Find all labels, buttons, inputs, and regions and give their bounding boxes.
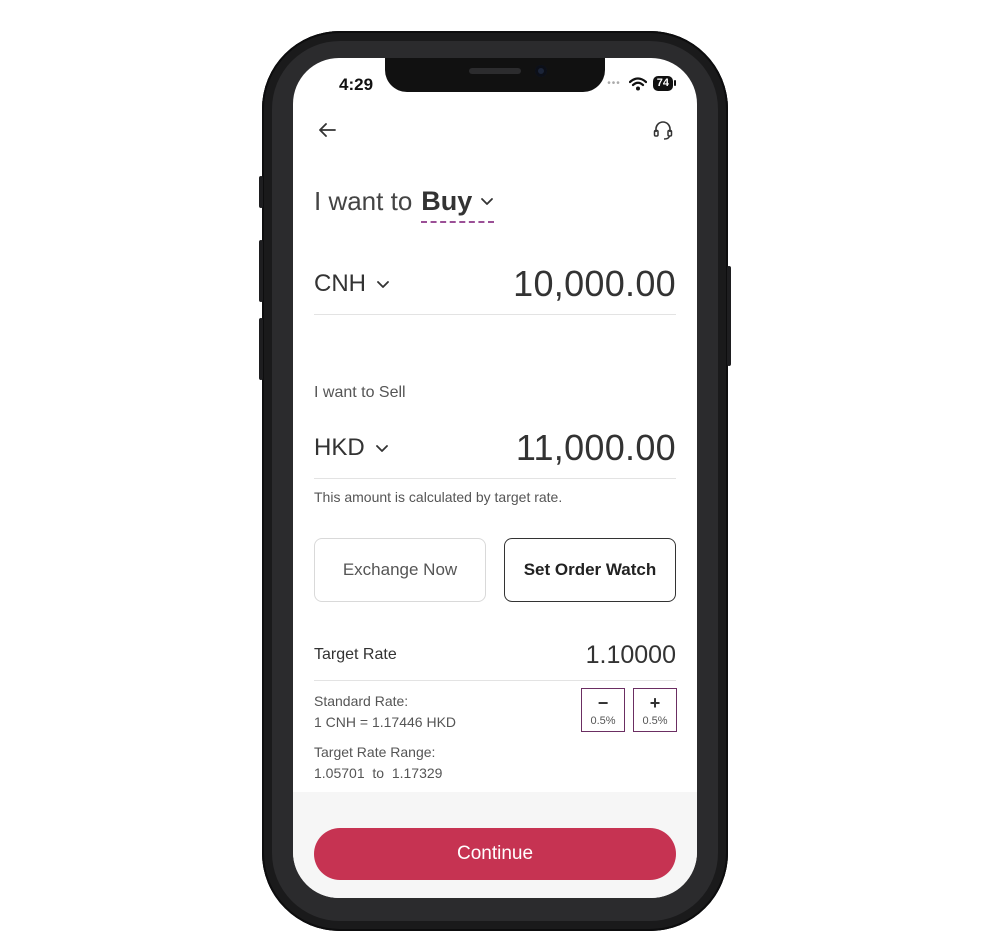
target-rate-input[interactable]: 1.10000 xyxy=(586,641,676,670)
power-button xyxy=(727,266,731,366)
increase-step-label: 0.5% xyxy=(642,714,668,727)
phone-screen: 4:29 ••• 74 I want to Buy CNH 10,000.00 … xyxy=(293,58,697,898)
continue-button[interactable]: Continue xyxy=(314,828,676,880)
standard-rate-value: 1 CNH = 1.17446 HKD xyxy=(314,714,457,730)
chevron-down-icon xyxy=(377,280,389,288)
target-rate-label: Target Rate xyxy=(314,646,397,663)
buy-currency-code: CNH xyxy=(314,270,366,297)
status-time: 4:29 xyxy=(339,75,374,94)
volume-up-button xyxy=(259,240,263,302)
chevron-down-icon xyxy=(481,198,494,205)
increase-rate-button[interactable]: + 0.5% xyxy=(633,688,677,732)
standard-rate-label: Standard Rate: xyxy=(314,693,409,709)
signal-dots-icon: ••• xyxy=(607,78,621,89)
buy-sell-value: Buy xyxy=(421,186,473,216)
buy-amount-row: CNH 10,000.00 xyxy=(314,254,676,315)
back-arrow-icon[interactable] xyxy=(315,118,339,142)
decrease-step-label: 0.5% xyxy=(590,714,616,727)
sell-amount-input[interactable]: 11,000.00 xyxy=(516,427,676,469)
buy-sell-dropdown[interactable]: Buy xyxy=(421,186,495,223)
speaker-grille xyxy=(469,68,521,74)
chevron-down-icon xyxy=(375,444,388,452)
calculation-note: This amount is calculated by target rate… xyxy=(314,489,563,505)
wifi-icon xyxy=(628,76,647,90)
front-camera xyxy=(535,65,547,77)
decrease-rate-button[interactable]: − 0.5% xyxy=(581,688,625,732)
target-rate-range-label: Target Rate Range: xyxy=(314,744,436,760)
buy-currency-selector[interactable]: CNH xyxy=(314,270,390,298)
volume-down-button xyxy=(259,318,263,380)
buy-sell-heading: I want to Buy xyxy=(314,186,495,223)
headset-icon[interactable] xyxy=(651,118,675,142)
exchange-now-button[interactable]: Exchange Now xyxy=(314,538,486,602)
buy-lead-text: I want to xyxy=(314,186,413,216)
sell-currency-selector[interactable]: HKD xyxy=(314,434,389,462)
sell-label: I want to Sell xyxy=(314,384,406,401)
buy-amount-input[interactable]: 10,000.00 xyxy=(513,263,676,305)
battery-icon: 74 xyxy=(652,76,677,91)
target-rate-row: Target Rate 1.10000 xyxy=(314,630,676,681)
status-icons: ••• 74 xyxy=(607,76,677,91)
sell-currency-code: HKD xyxy=(314,434,365,461)
standard-rate-info: Standard Rate: 1 CNH = 1.17446 HKD xyxy=(314,691,456,733)
plus-icon: + xyxy=(649,692,661,713)
target-rate-range-info: Target Rate Range: 1.05701 to 1.17329 xyxy=(314,742,442,784)
set-order-watch-button[interactable]: Set Order Watch xyxy=(504,538,676,602)
target-rate-range-value: 1.05701 to 1.17329 xyxy=(314,765,443,781)
silent-switch xyxy=(259,176,263,208)
minus-icon: − xyxy=(597,692,609,713)
notch xyxy=(385,58,605,92)
sell-amount-row: HKD 11,000.00 xyxy=(314,418,676,479)
